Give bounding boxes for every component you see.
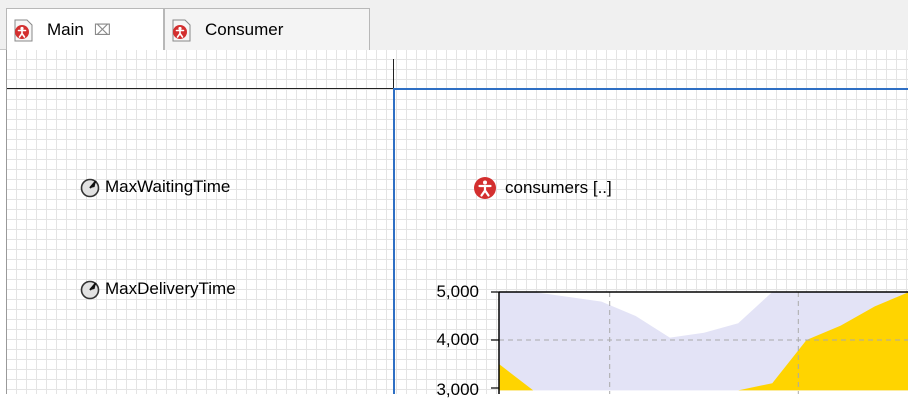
editor-tab-bar: Main ⌧ Consumer	[0, 0, 908, 51]
agent-population-label: consumers [..]	[505, 178, 612, 197]
canvas-origin-axis-horizontal	[7, 88, 393, 89]
agent-population-consumers[interactable]: consumers [..]	[473, 176, 612, 200]
time-plot-chart	[491, 291, 908, 394]
parameter-label: MaxDeliveryTime	[105, 279, 236, 298]
agent-type-icon	[172, 19, 191, 41]
parameter-label: MaxWaitingTime	[105, 177, 231, 196]
tab-main-label: Main	[47, 20, 84, 39]
agent-icon	[474, 177, 496, 199]
agent-type-icon	[14, 19, 33, 42]
canvas-origin-axis-vertical	[393, 59, 394, 89]
y-tick-label: 5,000	[436, 282, 479, 301]
graphical-editor-canvas[interactable]: MaxWaitingTime MaxDeliveryTime consumers…	[6, 50, 908, 399]
y-tick-label: 3,000	[436, 380, 479, 399]
window-frame-top-edge	[393, 88, 908, 90]
window-frame-left-edge	[393, 88, 395, 394]
y-tick-label: 4,000	[436, 330, 479, 349]
close-icon[interactable]: ⌧	[94, 21, 111, 39]
tab-main[interactable]: Main ⌧	[6, 8, 164, 51]
parameter-gauge-icon	[80, 178, 100, 198]
parameter-gauge-icon	[80, 280, 100, 300]
tab-consumer[interactable]: Consumer	[164, 8, 370, 50]
tab-bar-empty-area	[370, 8, 908, 50]
parameter-max-waiting-time[interactable]: MaxWaitingTime	[79, 176, 230, 198]
tab-consumer-label: Consumer	[205, 19, 284, 39]
parameter-max-delivery-time[interactable]: MaxDeliveryTime	[79, 278, 236, 300]
